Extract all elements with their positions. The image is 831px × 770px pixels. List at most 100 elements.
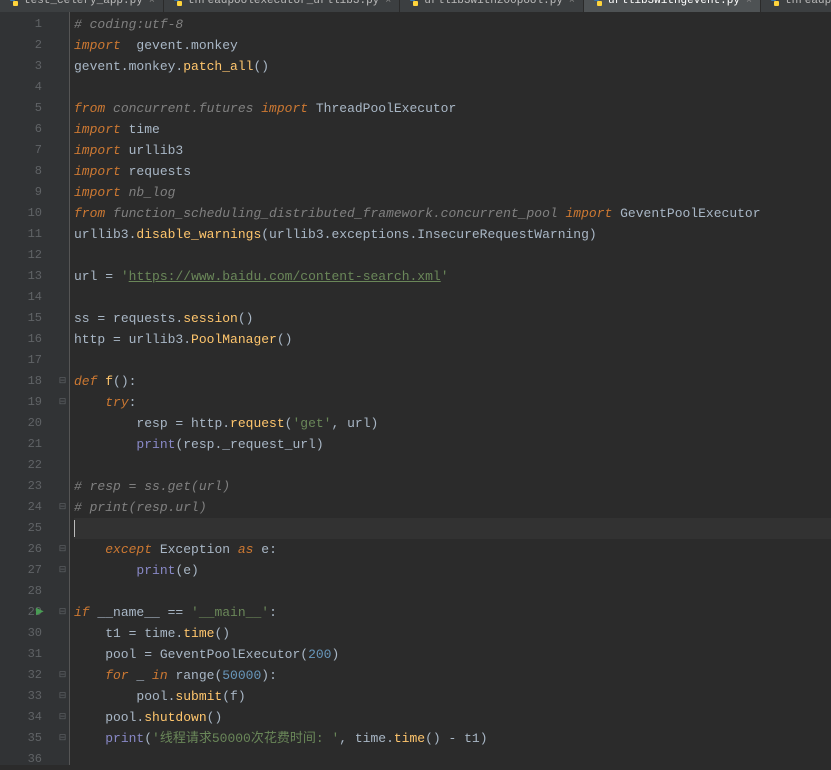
- fold-marker[interactable]: [56, 749, 69, 770]
- tab-2[interactable]: urllib3with200pool.py ×: [400, 0, 584, 12]
- code-line[interactable]: url = 'https://www.baidu.com/content-sea…: [74, 266, 831, 287]
- line-number: 4: [0, 77, 56, 98]
- fold-marker[interactable]: [56, 140, 69, 161]
- code-line[interactable]: pool.shutdown(): [74, 707, 831, 728]
- code-line[interactable]: import nb_log: [74, 182, 831, 203]
- code-line[interactable]: print('线程请求50000次花费时间: ', time.time() - …: [74, 728, 831, 749]
- line-number: 13: [0, 266, 56, 287]
- line-number: 33: [0, 686, 56, 707]
- fold-marker[interactable]: [56, 266, 69, 287]
- line-number: 1: [0, 14, 56, 35]
- code-line[interactable]: t1 = time.time(): [74, 623, 831, 644]
- fold-marker[interactable]: [56, 434, 69, 455]
- fold-marker[interactable]: [56, 581, 69, 602]
- code-line[interactable]: print(e): [74, 560, 831, 581]
- code-line[interactable]: [74, 245, 831, 266]
- fold-marker[interactable]: ⊟: [56, 686, 69, 707]
- tab-4[interactable]: threadpoolex: [761, 0, 831, 12]
- fold-marker[interactable]: [56, 644, 69, 665]
- code-line[interactable]: print(resp._request_url): [74, 434, 831, 455]
- fold-marker[interactable]: ⊟: [56, 560, 69, 581]
- code-line[interactable]: # coding:utf-8: [74, 14, 831, 35]
- line-number: 34: [0, 707, 56, 728]
- tab-label: test_celery_app.py: [24, 0, 143, 7]
- code-line[interactable]: [74, 287, 831, 308]
- line-number: 19: [0, 392, 56, 413]
- run-gutter-icon[interactable]: ▶: [36, 602, 44, 623]
- fold-marker[interactable]: [56, 56, 69, 77]
- code-line[interactable]: except Exception as e:: [74, 539, 831, 560]
- fold-marker[interactable]: [56, 413, 69, 434]
- fold-marker[interactable]: [56, 35, 69, 56]
- code-line[interactable]: import gevent.monkey: [74, 35, 831, 56]
- fold-marker[interactable]: [56, 224, 69, 245]
- code-line[interactable]: import urllib3: [74, 140, 831, 161]
- line-number: 17: [0, 350, 56, 371]
- fold-marker[interactable]: [56, 329, 69, 350]
- fold-marker[interactable]: [56, 287, 69, 308]
- code-line[interactable]: pool.submit(f): [74, 686, 831, 707]
- fold-marker[interactable]: [56, 182, 69, 203]
- close-icon[interactable]: ×: [746, 0, 752, 7]
- close-icon[interactable]: ×: [569, 0, 575, 7]
- code-line[interactable]: from function_scheduling_distributed_fra…: [74, 203, 831, 224]
- line-number: 25: [0, 518, 56, 539]
- fold-marker[interactable]: [56, 455, 69, 476]
- code-line[interactable]: for _ in range(50000):: [74, 665, 831, 686]
- tab-3[interactable]: urllib3withgevent.py ×: [584, 0, 761, 12]
- line-number: 2: [0, 35, 56, 56]
- code-line[interactable]: [74, 350, 831, 371]
- line-number: 3: [0, 56, 56, 77]
- code-line[interactable]: try:: [74, 392, 831, 413]
- code-line[interactable]: from concurrent.futures import ThreadPoo…: [74, 98, 831, 119]
- code-line[interactable]: # resp = ss.get(url): [74, 476, 831, 497]
- code-line[interactable]: def f():: [74, 371, 831, 392]
- fold-marker[interactable]: [56, 161, 69, 182]
- fold-marker[interactable]: ⊟: [56, 497, 69, 518]
- code-line[interactable]: if __name__ == '__main__':: [74, 602, 831, 623]
- code-line[interactable]: # print(resp.url): [74, 497, 831, 518]
- fold-marker[interactable]: [56, 308, 69, 329]
- line-number: 27: [0, 560, 56, 581]
- fold-marker[interactable]: ⊟: [56, 392, 69, 413]
- tab-0[interactable]: test_celery_app.py ×: [0, 0, 164, 12]
- fold-marker[interactable]: [56, 77, 69, 98]
- editor-tabs: test_celery_app.py × threadpoolexecutor_…: [0, 0, 831, 12]
- code-line[interactable]: ss = requests.session(): [74, 308, 831, 329]
- fold-marker[interactable]: ⊟: [56, 539, 69, 560]
- fold-marker[interactable]: ⊟: [56, 728, 69, 749]
- line-number: 14: [0, 287, 56, 308]
- fold-marker[interactable]: [56, 119, 69, 140]
- fold-marker[interactable]: ⊟: [56, 707, 69, 728]
- tab-1[interactable]: threadpoolexecutor_urllib3.py ×: [164, 0, 400, 12]
- code-line[interactable]: [74, 77, 831, 98]
- code-line[interactable]: import requests: [74, 161, 831, 182]
- fold-marker[interactable]: [56, 14, 69, 35]
- line-number: 35: [0, 728, 56, 749]
- code-line[interactable]: [74, 518, 831, 539]
- fold-marker[interactable]: [56, 245, 69, 266]
- fold-marker[interactable]: [56, 203, 69, 224]
- code-area[interactable]: # coding:utf-8import gevent.monkeygevent…: [70, 12, 831, 765]
- code-line[interactable]: import time: [74, 119, 831, 140]
- code-line[interactable]: urllib3.disable_warnings(urllib3.excepti…: [74, 224, 831, 245]
- close-icon[interactable]: ×: [385, 0, 391, 7]
- code-line[interactable]: http = urllib3.PoolManager(): [74, 329, 831, 350]
- fold-marker[interactable]: ⊟: [56, 665, 69, 686]
- fold-marker[interactable]: [56, 518, 69, 539]
- code-line[interactable]: [74, 749, 831, 770]
- fold-marker[interactable]: [56, 476, 69, 497]
- code-line[interactable]: gevent.monkey.patch_all(): [74, 56, 831, 77]
- fold-marker[interactable]: [56, 623, 69, 644]
- fold-marker[interactable]: [56, 98, 69, 119]
- code-line[interactable]: [74, 455, 831, 476]
- fold-marker[interactable]: ⊟: [56, 602, 69, 623]
- line-number-gutter: 1234567891011121314151617181920212223242…: [0, 12, 56, 765]
- code-line[interactable]: [74, 581, 831, 602]
- code-editor[interactable]: 1234567891011121314151617181920212223242…: [0, 12, 831, 765]
- fold-marker[interactable]: [56, 350, 69, 371]
- code-line[interactable]: pool = GeventPoolExecutor(200): [74, 644, 831, 665]
- close-icon[interactable]: ×: [149, 0, 155, 7]
- fold-marker[interactable]: ⊟: [56, 371, 69, 392]
- code-line[interactable]: resp = http.request('get', url): [74, 413, 831, 434]
